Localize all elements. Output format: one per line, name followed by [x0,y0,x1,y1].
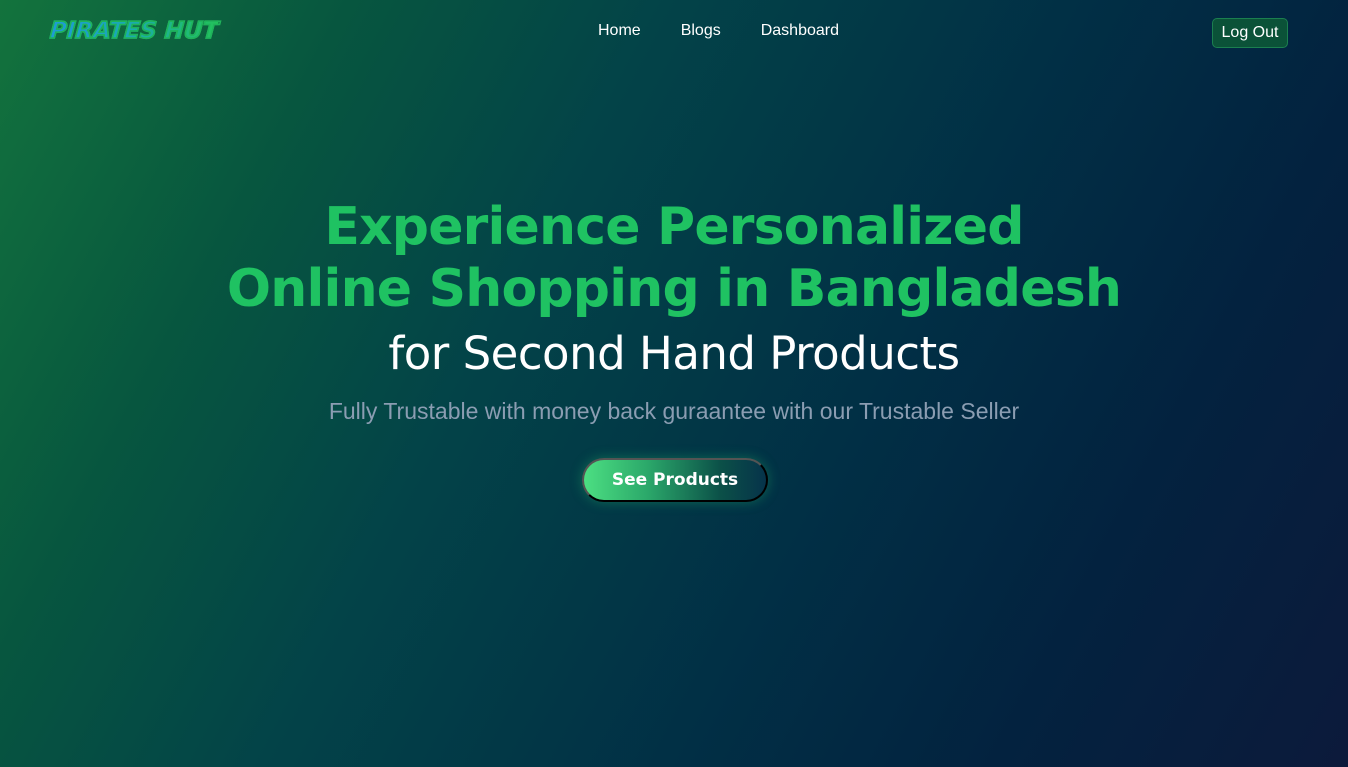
hero-title-line-1: Experience Personalized [324,197,1024,257]
navbar: PIRATES HUT Home Blogs Dashboard Log Out [0,0,1348,68]
nav-link-home[interactable]: Home [598,22,641,40]
nav-link-blogs[interactable]: Blogs [681,22,721,40]
see-products-button[interactable]: See Products [582,458,768,502]
hero-subtitle: for Second Hand Products [388,327,960,380]
hero-title: Experience Personalized Online Shopping … [0,196,1348,320]
nav-links: Home Blogs Dashboard [598,22,839,40]
logout-button[interactable]: Log Out [1212,18,1288,48]
hero-title-line-2: Online Shopping in Bangladesh [226,259,1122,319]
nav-link-dashboard[interactable]: Dashboard [761,22,839,40]
hero-section: Experience Personalized Online Shopping … [0,196,1348,426]
hero-description: Fully Trustable with money back guraante… [328,398,1020,424]
brand-logo[interactable]: PIRATES HUT [48,17,220,45]
